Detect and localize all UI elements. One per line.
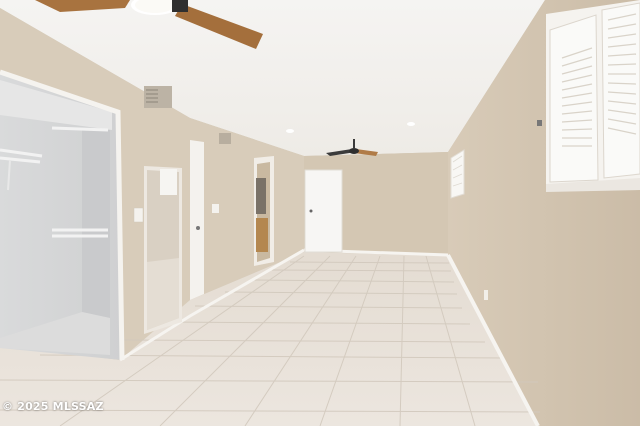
door-knob: [196, 226, 200, 230]
light-switch-plate-2: [212, 204, 219, 213]
mirror-reflection-window: [160, 169, 177, 195]
back-door-knob: [309, 209, 313, 213]
mirror-reflection-floor: [147, 258, 179, 330]
wall-outlet: [484, 290, 488, 300]
air-vent-small: [219, 133, 231, 144]
listing-watermark: © 2025 MLSSAZ: [2, 400, 104, 413]
room-photo: © 2025 MLSSAZ: [0, 0, 640, 426]
open-door: [190, 140, 204, 300]
hallway-mirror: [256, 178, 266, 214]
light-switch-plate: [133, 207, 144, 223]
room-drawing: [0, 0, 640, 426]
side-window: [450, 149, 465, 199]
hallway-cabinet: [256, 218, 268, 252]
shutter-knob: [537, 120, 542, 126]
air-vent: [144, 86, 172, 108]
shutter-panel-right: [601, 2, 640, 179]
closet-back-wall: [82, 128, 110, 318]
shutter-panel-left: [549, 14, 599, 183]
recessed-light: [286, 129, 294, 133]
recessed-light-2: [407, 122, 415, 126]
